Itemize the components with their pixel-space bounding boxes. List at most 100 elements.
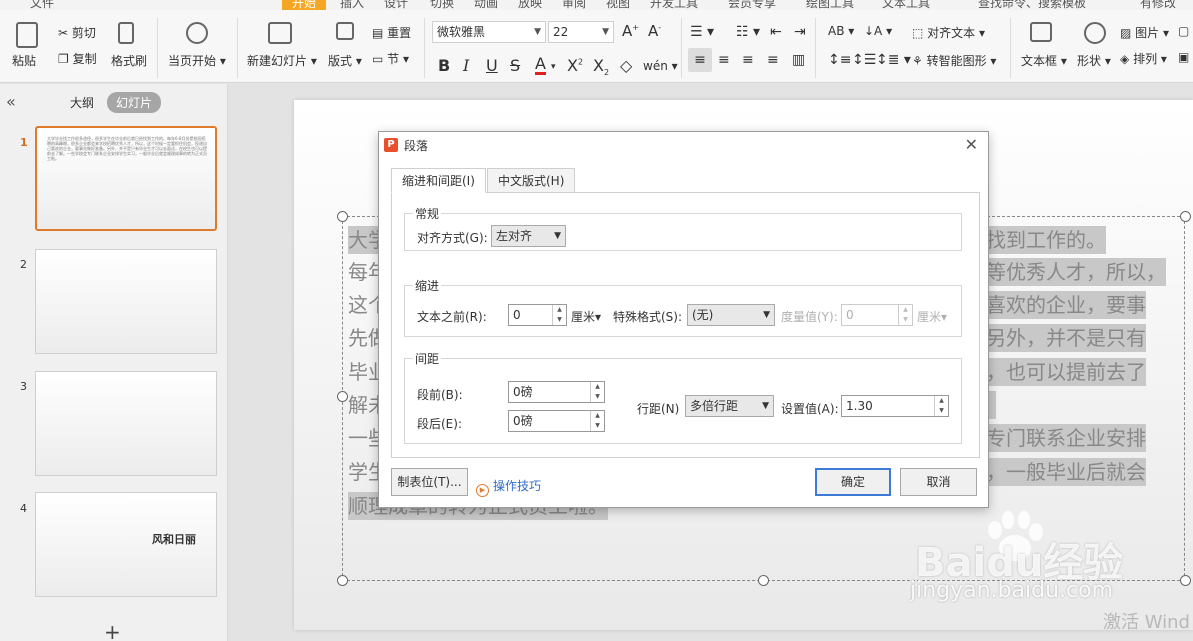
paste-icon[interactable] bbox=[16, 22, 38, 48]
tab-stops-button[interactable]: 制表位(T)... bbox=[391, 468, 468, 496]
reset-button[interactable]: ▤ 重置 bbox=[372, 24, 411, 41]
arrange-button[interactable]: ◈ 排列 ▾ bbox=[1120, 50, 1167, 67]
set-value-input[interactable]: 1.30 ▲ ▼ bbox=[841, 395, 949, 417]
slide-thumbnail-4[interactable]: 风和日丽 bbox=[35, 492, 217, 597]
line-spacing-icon[interactable]: ↕≡ bbox=[828, 52, 851, 68]
chevron-down-icon[interactable]: ▾ bbox=[551, 62, 556, 72]
tab-insert[interactable]: 插入 bbox=[340, 0, 364, 10]
cut-button[interactable]: ✂ 剪切 bbox=[58, 24, 96, 41]
subscript-icon[interactable]: X2 bbox=[593, 56, 609, 77]
layout-icon[interactable] bbox=[336, 22, 354, 40]
superscript-icon[interactable]: X2 bbox=[567, 56, 583, 75]
new-slide-button[interactable]: 新建幻灯片 ▾ bbox=[247, 52, 317, 69]
picture-button[interactable]: ▨ 图片 ▾ bbox=[1120, 24, 1169, 41]
align-center-icon[interactable]: ≡ bbox=[718, 52, 730, 68]
fill-icon[interactable]: ▢ bbox=[1178, 24, 1189, 38]
shape-icon[interactable] bbox=[1084, 22, 1106, 44]
tab-drawing-tools[interactable]: 绘图工具 bbox=[806, 0, 854, 10]
numbered-list-icon[interactable]: ☷ ▾ bbox=[736, 24, 760, 40]
tab-animation[interactable]: 动画 bbox=[474, 0, 498, 10]
copy-button[interactable]: ❐ 复制 bbox=[58, 50, 97, 67]
tab-design[interactable]: 设计 bbox=[384, 0, 408, 10]
format-painter-icon[interactable] bbox=[118, 22, 134, 44]
slide-thumbnail-1[interactable]: 大学毕业找工作很多途径，很多学生在毕业前后就已经找到工作的。每年6-8月份是校园… bbox=[35, 126, 217, 231]
bullet-list-icon[interactable]: ☰ ▾ bbox=[690, 24, 714, 40]
slide-thumbnail-3[interactable] bbox=[35, 371, 217, 476]
paragraph-spacing-icon[interactable]: ↕☰ bbox=[852, 52, 876, 68]
resize-handle[interactable] bbox=[337, 391, 348, 402]
new-slide-icon[interactable] bbox=[268, 22, 292, 44]
grow-font-icon[interactable]: A+ bbox=[622, 22, 639, 40]
command-search[interactable]: 查找命令、搜索模板 bbox=[978, 0, 1086, 10]
underline-icon[interactable]: U bbox=[486, 56, 498, 75]
align-left-icon[interactable]: ≡ bbox=[688, 48, 712, 72]
tab-file[interactable]: 文件 bbox=[30, 0, 54, 10]
shape-button[interactable]: 形状 ▾ bbox=[1077, 52, 1111, 69]
increase-indent-icon[interactable]: ⇥ bbox=[794, 24, 806, 40]
smartart-button[interactable]: ⚘ 转智能图形 ▾ bbox=[912, 52, 996, 69]
eraser-icon[interactable]: ◇ bbox=[620, 56, 632, 75]
paste-button[interactable]: 粘贴 bbox=[12, 52, 36, 69]
space-before-input[interactable]: 0磅 ▲ ▼ bbox=[508, 381, 605, 403]
align-right-icon[interactable]: ≡ bbox=[742, 52, 754, 68]
textbox-icon[interactable] bbox=[1030, 22, 1052, 42]
textbox-button[interactable]: 文本框 ▾ bbox=[1021, 52, 1067, 69]
layout-button[interactable]: 版式 ▾ bbox=[328, 52, 362, 69]
tab-review[interactable]: 审阅 bbox=[562, 0, 586, 10]
tab-indent-spacing[interactable]: 缩进和间距(I) bbox=[391, 168, 486, 193]
tab-text-tools[interactable]: 文本工具 bbox=[882, 0, 930, 10]
special-format-select[interactable]: (无) ▼ bbox=[687, 304, 775, 326]
font-size-select[interactable]: 22 ▼ bbox=[548, 21, 614, 43]
tab-outline[interactable]: 大纲 bbox=[70, 94, 94, 111]
cancel-button[interactable]: 取消 bbox=[900, 468, 977, 496]
tab-slideshow[interactable]: 放映 bbox=[518, 0, 542, 10]
spinner-icon[interactable]: ▲ ▼ bbox=[934, 396, 948, 416]
italic-icon[interactable]: I bbox=[463, 56, 469, 75]
align-text-button[interactable]: ⬚ 对齐文本 ▾ bbox=[912, 24, 985, 41]
alignment-select[interactable]: 左对齐 ▼ bbox=[491, 225, 566, 247]
resize-handle[interactable] bbox=[337, 211, 348, 222]
tab-transition[interactable]: 切换 bbox=[430, 0, 454, 10]
play-from-current-icon[interactable] bbox=[186, 22, 208, 44]
columns-icon[interactable]: ↕≣ ▾ bbox=[876, 52, 911, 68]
format-painter-button[interactable]: 格式刷 bbox=[111, 52, 147, 69]
ok-button[interactable]: 确定 bbox=[815, 468, 891, 496]
resize-handle[interactable] bbox=[1180, 211, 1191, 222]
phonetic-icon[interactable]: wén ▾ bbox=[643, 59, 678, 73]
section-button[interactable]: ▭ 节 ▾ bbox=[372, 50, 409, 67]
slide-thumbnail-2[interactable] bbox=[35, 249, 217, 354]
spinner-icon[interactable]: ▲ ▼ bbox=[590, 411, 604, 431]
tab-home[interactable]: 开始 bbox=[282, 0, 327, 10]
bold-icon[interactable]: B bbox=[438, 56, 450, 75]
tab-chinese-layout[interactable]: 中文版式(H) bbox=[487, 168, 576, 193]
spinner-icon[interactable]: ▲ ▼ bbox=[590, 382, 604, 402]
justify-icon[interactable]: ≡ bbox=[767, 52, 779, 68]
tab-member[interactable]: 会员专享 bbox=[728, 0, 776, 10]
indent-unit-select[interactable]: 厘米▾ bbox=[571, 308, 601, 325]
play-from-current-button[interactable]: 当页开始 ▾ bbox=[168, 52, 226, 69]
shrink-font-icon[interactable]: A- bbox=[648, 22, 661, 40]
tab-slides[interactable]: 幻灯片 bbox=[107, 92, 162, 113]
tips-link[interactable]: ▶ 操作技巧 bbox=[476, 477, 541, 497]
strikethrough-icon[interactable]: S bbox=[510, 56, 520, 75]
decrease-indent-icon[interactable]: ⇤ bbox=[770, 24, 782, 40]
tab-view[interactable]: 视图 bbox=[606, 0, 630, 10]
resize-handle[interactable] bbox=[1180, 575, 1191, 586]
indent-before-input[interactable]: 0 ▲ ▼ bbox=[508, 304, 567, 326]
font-name-select[interactable]: 微软雅黑 ▼ bbox=[432, 21, 546, 43]
spinner-icon[interactable]: ▲ ▼ bbox=[552, 305, 566, 325]
resize-handle[interactable] bbox=[337, 575, 348, 586]
collapse-panel-icon[interactable]: « bbox=[6, 92, 16, 111]
tab-changes[interactable]: 有修改 bbox=[1140, 0, 1176, 10]
more-icon[interactable]: ▣ bbox=[1178, 50, 1189, 64]
space-after-input[interactable]: 0磅 ▲ ▼ bbox=[508, 410, 605, 432]
line-spacing-select[interactable]: 多倍行距 ▼ bbox=[685, 395, 774, 417]
dialog-titlebar[interactable]: P 段落 ✕ bbox=[379, 132, 988, 158]
text-direction-icon[interactable]: AB ▾ bbox=[828, 24, 854, 38]
tab-developer[interactable]: 开发工具 bbox=[650, 0, 698, 10]
distribute-icon[interactable]: ▥ bbox=[792, 52, 805, 68]
font-color-icon[interactable]: A bbox=[535, 56, 546, 75]
resize-handle[interactable] bbox=[758, 575, 769, 586]
add-slide-icon[interactable]: + bbox=[104, 620, 121, 641]
close-icon[interactable]: ✕ bbox=[965, 135, 978, 154]
